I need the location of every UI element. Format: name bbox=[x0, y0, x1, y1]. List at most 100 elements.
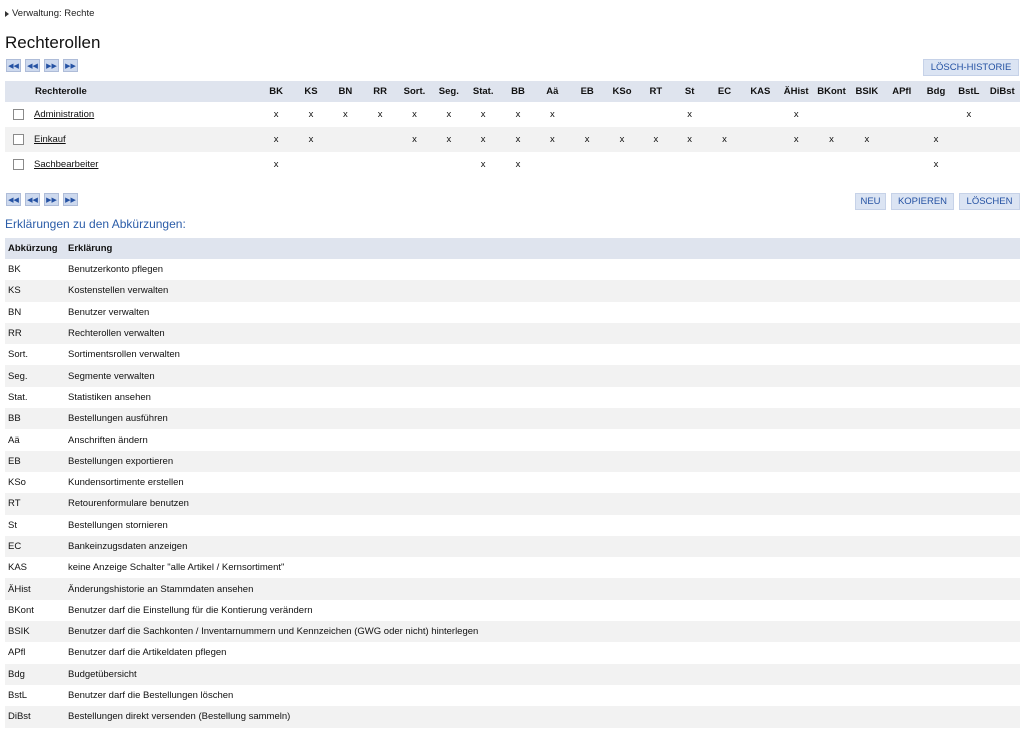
first-page-button[interactable]: ◀◀ bbox=[6, 59, 21, 72]
permission-cell: x bbox=[535, 127, 570, 152]
permission-cell: x bbox=[465, 127, 501, 152]
permission-cell: x bbox=[604, 127, 640, 152]
explanation-cell: Benutzer darf die Artikeldaten pflegen bbox=[68, 647, 227, 659]
delete-button[interactable]: LÖSCHEN bbox=[959, 193, 1020, 210]
list-item: BKont Benutzer darf die Einstellung für d… bbox=[5, 600, 1020, 621]
next-page-button[interactable]: ▶▶ bbox=[44, 59, 59, 72]
list-item: Sort. Sortimentsrollen verwalten bbox=[5, 344, 1020, 365]
role-link[interactable]: Einkauf bbox=[34, 134, 66, 145]
explanation-cell: Kundensortimente erstellen bbox=[68, 477, 184, 489]
permission-cell bbox=[953, 127, 985, 152]
first-page-button[interactable]: ◀◀ bbox=[6, 193, 21, 206]
new-button[interactable]: NEU bbox=[855, 193, 886, 210]
abbreviations-title: Erklärungen zu den Abkürzungen: bbox=[5, 217, 186, 231]
prev-icon: ◀◀ bbox=[27, 62, 38, 70]
permission-cell bbox=[673, 152, 707, 177]
permission-cell: x bbox=[342, 109, 348, 120]
explanation-cell: Benutzer darf die Einstellung für die Ko… bbox=[68, 604, 313, 616]
role-cell: Sachbearbeiter bbox=[5, 152, 257, 177]
list-item: Seg. Segmente verwalten bbox=[5, 365, 1020, 387]
row-checkbox[interactable] bbox=[13, 133, 24, 145]
permission-cell bbox=[605, 102, 639, 127]
permission-cell: x bbox=[480, 109, 486, 120]
role-cell: Einkauf bbox=[5, 127, 258, 152]
column-header: Sort. bbox=[396, 81, 433, 102]
list-item: EC Bankeinzugsdaten anzeigen bbox=[5, 535, 1020, 558]
abbreviation-cell: BstL bbox=[8, 690, 28, 702]
explanation-cell: Bestellungen stornieren bbox=[68, 519, 168, 531]
abbreviation-cell: EC bbox=[5, 535, 65, 558]
column-header: BKont bbox=[813, 81, 850, 102]
explanation-cell: Statistiken ansehen bbox=[68, 391, 151, 403]
column-header: DiBst bbox=[984, 81, 1020, 102]
role-column-header: Rechterolle bbox=[5, 81, 258, 102]
permission-cell bbox=[707, 102, 742, 127]
permission-cell: x bbox=[257, 127, 295, 152]
explanation-cell: Änderungshistorie an Stammdaten ansehen bbox=[65, 578, 1020, 600]
list-item: KSo Kundensortimente erstellen bbox=[5, 472, 1020, 493]
permission-cell: x bbox=[849, 127, 885, 152]
permission-cell: x bbox=[500, 127, 536, 152]
permission-cell bbox=[363, 127, 397, 152]
row-checkbox[interactable] bbox=[13, 108, 24, 120]
prev-page-button[interactable]: ◀◀ bbox=[25, 193, 40, 206]
column-header: Seg. bbox=[432, 81, 466, 102]
list-item: St Bestellungen stornieren bbox=[5, 515, 1020, 536]
abbr-column-header: Abkürzung bbox=[5, 238, 65, 259]
page-title: Rechterollen bbox=[5, 33, 101, 52]
abbreviation-cell: Bdg bbox=[5, 663, 65, 685]
role-link[interactable]: Administration bbox=[34, 109, 94, 120]
permission-cell bbox=[605, 152, 639, 177]
list-item: BK Benutzerkonto pflegen bbox=[5, 259, 1020, 280]
prev-page-button[interactable]: ◀◀ bbox=[25, 59, 40, 72]
explanation-cell: Bestellungen exportieren bbox=[65, 450, 1020, 472]
list-item: DiBst Bestellungen direkt versenden (Best… bbox=[5, 706, 1020, 728]
abbreviation-cell: DiBst bbox=[5, 706, 65, 728]
column-header: BK bbox=[257, 81, 295, 102]
permission-cell bbox=[742, 127, 779, 152]
explanation-cell: Segmente verwalten bbox=[65, 365, 1020, 387]
abbreviation-cell: BK bbox=[8, 264, 21, 276]
last-page-button[interactable]: ▶▶ bbox=[63, 59, 78, 72]
next-page-button[interactable]: ▶▶ bbox=[44, 193, 59, 206]
list-item: KAS keine Anzeige Schalter "alle Artikel … bbox=[5, 557, 1020, 578]
abbreviation-cell: KS bbox=[5, 280, 65, 302]
permission-cell bbox=[327, 152, 363, 177]
permission-cell bbox=[639, 152, 672, 177]
permission-cell bbox=[984, 127, 1020, 152]
permission-cell bbox=[639, 102, 672, 127]
permission-cell bbox=[885, 152, 919, 177]
column-header: KSo bbox=[604, 81, 640, 102]
permission-cell: x bbox=[918, 127, 954, 152]
permission-cell bbox=[570, 102, 605, 127]
permission-cell: x bbox=[308, 109, 314, 120]
list-item: APfl Benutzer darf die Artikeldaten pfleg… bbox=[5, 642, 1020, 663]
permission-cell: x bbox=[793, 109, 799, 120]
copy-button[interactable]: KOPIEREN bbox=[891, 193, 954, 210]
table-row: Administration x x x x x x x x x x x x bbox=[5, 102, 1020, 127]
permission-cell bbox=[985, 152, 1021, 177]
last-page-button[interactable]: ▶▶ bbox=[63, 193, 78, 206]
permission-cell: x bbox=[778, 127, 814, 152]
permission-cell: x bbox=[377, 109, 383, 120]
delete-history-button[interactable]: LÖSCH-HISTORIE bbox=[923, 59, 1019, 76]
list-item: Aä Anschriften ändern bbox=[5, 429, 1020, 450]
list-item: Bdg Budgetübersicht bbox=[5, 663, 1020, 685]
explanation-cell: Bestellungen ausführen bbox=[65, 408, 1020, 430]
list-item: BN Benutzer verwalten bbox=[5, 302, 1020, 323]
column-header: EC bbox=[706, 81, 743, 102]
column-header: St bbox=[672, 81, 707, 102]
explanation-cell: Retourenformulare benutzen bbox=[65, 493, 1020, 515]
explanation-cell: Budgetübersicht bbox=[65, 663, 1020, 685]
permission-cell bbox=[985, 102, 1021, 127]
row-checkbox[interactable] bbox=[13, 158, 24, 170]
column-header: Stat. bbox=[465, 81, 501, 102]
abbreviation-cell: BSIK bbox=[5, 621, 65, 643]
explanation-cell: keine Anzeige Schalter "alle Artikel / K… bbox=[68, 562, 285, 574]
abbreviations-table: Abkürzung Erklärung BK Benutzerkonto pfle… bbox=[5, 238, 1020, 728]
column-header: Bdg bbox=[918, 81, 954, 102]
abbreviation-cell: KAS bbox=[8, 562, 28, 574]
role-link[interactable]: Sachbearbeiter bbox=[34, 159, 98, 170]
permission-cell bbox=[814, 102, 849, 127]
permission-cell: x bbox=[273, 109, 279, 120]
